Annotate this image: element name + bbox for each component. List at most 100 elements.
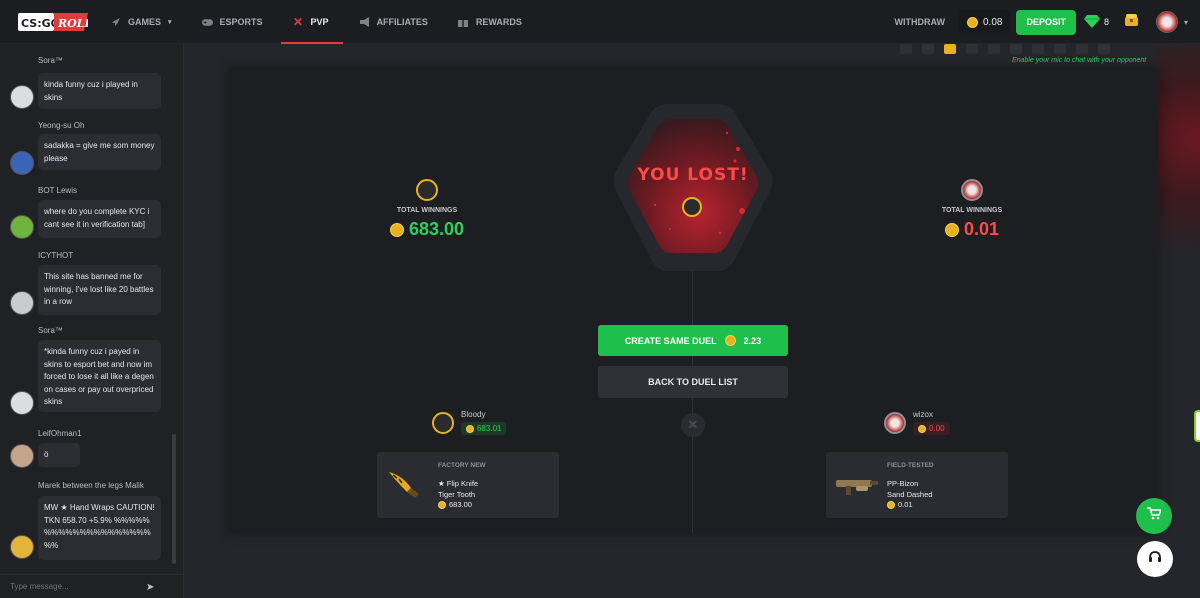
avatar[interactable] bbox=[10, 535, 34, 559]
strip-icon[interactable] bbox=[1098, 44, 1110, 54]
chat-message: Sora™ *kinda funny cuz i payed in skins … bbox=[0, 326, 170, 416]
chat-bubble: ö bbox=[38, 443, 80, 467]
rocket-icon bbox=[110, 17, 121, 28]
header-right: WITHDRAW 0.08 DEPOSIT 8 ▾ bbox=[894, 0, 1200, 44]
chat-username[interactable]: Sora™ bbox=[38, 56, 63, 65]
strip-icon[interactable] bbox=[1032, 44, 1044, 54]
nav-pvp[interactable]: ✕ PVP bbox=[280, 0, 343, 44]
mic-note: Enable your mic to chat with your oppone… bbox=[1012, 57, 1147, 64]
chat-bubble: MW ★ Hand Wraps CAUTION! TKN 658.70 +5.9… bbox=[38, 496, 161, 560]
site-logo[interactable]: CS:GO ROLL bbox=[18, 10, 92, 34]
user-avatar[interactable] bbox=[1155, 11, 1178, 33]
deposit-button[interactable]: DEPOSIT bbox=[1016, 9, 1076, 35]
avatar[interactable] bbox=[10, 151, 34, 175]
flip-knife-image bbox=[385, 466, 431, 500]
chat-message: ICYTHOT This site has banned me for winn… bbox=[0, 251, 170, 321]
left-player-balance-value: 683.01 bbox=[477, 424, 502, 433]
result-title: YOU LOST! bbox=[637, 165, 749, 185]
top-navbar: CS:GO ROLL GAMES ▾ ESPORTS ✕ PVP AFFILIA… bbox=[0, 0, 1200, 44]
left-player-avatar[interactable] bbox=[416, 179, 438, 201]
chat-message: Marek between the legs Malik MW ★ Hand W… bbox=[0, 481, 170, 571]
right-player-balance: 0.00 bbox=[913, 422, 950, 435]
nav-esports-label: ESPORTS bbox=[219, 17, 263, 27]
center-divider bbox=[692, 268, 693, 533]
nav-rewards[interactable]: REWARDS bbox=[458, 0, 522, 44]
winner-avatar[interactable] bbox=[682, 197, 702, 217]
strip-icon[interactable] bbox=[988, 44, 1000, 54]
gamepad-icon bbox=[201, 17, 213, 28]
item-condition: FACTORY NEW bbox=[438, 462, 486, 469]
strip-icon[interactable] bbox=[1010, 44, 1022, 54]
create-same-duel-button[interactable]: CREATE SAME DUEL 2.23 bbox=[598, 325, 788, 356]
chevron-down-icon[interactable]: ▾ bbox=[1184, 18, 1188, 27]
megaphone-icon bbox=[359, 17, 370, 28]
coin-icon bbox=[466, 424, 474, 433]
item-skin: Sand Dashed bbox=[887, 490, 933, 499]
withdraw-link[interactable]: WITHDRAW bbox=[894, 17, 945, 27]
strip-icon[interactable] bbox=[1054, 44, 1066, 54]
main-nav: GAMES ▾ ESPORTS ✕ PVP AFFILIATES REWARDS bbox=[110, 0, 552, 44]
left-item-card[interactable]: FACTORY NEW ★ Flip Knife Tiger Tooth 683… bbox=[377, 452, 559, 518]
nav-esports[interactable]: ESPORTS bbox=[201, 0, 263, 44]
chat-username[interactable]: Yeong-su Oh bbox=[38, 121, 84, 130]
pp-bizon-image bbox=[834, 466, 880, 500]
gift-icon bbox=[458, 17, 469, 28]
background-glow bbox=[1156, 44, 1200, 284]
right-item-card[interactable]: FIELD-TESTED PP-Bizon Sand Dashed 0.01 bbox=[826, 452, 1008, 518]
cart-icon bbox=[1147, 507, 1163, 525]
gems-display[interactable]: 8 bbox=[1083, 14, 1109, 30]
gem-icon bbox=[1083, 14, 1100, 30]
chat-input[interactable]: Type message... bbox=[0, 574, 184, 598]
chat-username[interactable]: Marek between the legs Malik bbox=[38, 481, 144, 490]
chat-username[interactable]: Sora™ bbox=[38, 326, 63, 335]
create-duel-label: CREATE SAME DUEL bbox=[624, 335, 717, 346]
nav-affiliates-label: AFFILIATES bbox=[376, 17, 428, 27]
gems-count: 8 bbox=[1103, 17, 1109, 27]
strip-icon[interactable] bbox=[944, 44, 956, 54]
right-player-name[interactable]: wizox bbox=[913, 410, 933, 419]
nav-rewards-label: REWARDS bbox=[475, 17, 522, 27]
chat-username[interactable]: LeifOhman1 bbox=[38, 429, 82, 438]
coin-icon bbox=[887, 500, 895, 509]
avatar[interactable] bbox=[10, 291, 34, 315]
nav-pvp-label: PVP bbox=[310, 17, 329, 27]
right-player-avatar[interactable] bbox=[961, 179, 983, 201]
nav-games[interactable]: GAMES ▾ bbox=[110, 0, 172, 44]
chat-bubble: This site has banned me for winning, I'v… bbox=[38, 265, 161, 315]
back-to-duel-list-button[interactable]: BACK TO DUEL LIST bbox=[598, 366, 788, 398]
avatar[interactable] bbox=[10, 85, 34, 109]
send-icon[interactable]: ➤ bbox=[146, 582, 154, 593]
chat-bubble: *kinda funny cuz i payed in skins to esp… bbox=[38, 340, 161, 412]
strip-icon[interactable] bbox=[966, 44, 978, 54]
result-hexagon: YOU LOST! bbox=[610, 101, 776, 276]
crossed-swords-icon: ✕ bbox=[293, 15, 304, 29]
close-icon: ✕ bbox=[681, 413, 705, 437]
item-price-value: 0.01 bbox=[898, 500, 913, 509]
side-edge-tab[interactable] bbox=[1194, 410, 1200, 442]
chat-username[interactable]: BOT Lewis bbox=[38, 186, 77, 195]
support-button[interactable] bbox=[1137, 541, 1173, 577]
item-name: PP-Bizon bbox=[887, 479, 919, 488]
chat-input-placeholder: Type message... bbox=[10, 582, 69, 591]
left-winnings-label: TOTAL WINNINGS bbox=[396, 207, 458, 214]
nav-games-label: GAMES bbox=[128, 17, 162, 27]
treasure-icon[interactable] bbox=[1124, 13, 1138, 31]
left-winnings-amount: 683.00 bbox=[347, 219, 507, 240]
right-player-avatar[interactable] bbox=[884, 412, 906, 434]
strip-icon[interactable] bbox=[900, 44, 912, 54]
item-price-value: 683.00 bbox=[449, 500, 472, 509]
avatar[interactable] bbox=[10, 444, 34, 468]
nav-affiliates[interactable]: AFFILIATES bbox=[359, 0, 428, 44]
chat-bubble: sadakka = give me som money please bbox=[38, 134, 161, 170]
left-player-avatar[interactable] bbox=[432, 412, 454, 434]
item-skin: Tiger Tooth bbox=[438, 490, 476, 499]
chat-scrollbar[interactable] bbox=[172, 434, 176, 564]
strip-icon[interactable] bbox=[1076, 44, 1088, 54]
avatar[interactable] bbox=[10, 215, 34, 239]
cart-button[interactable] bbox=[1136, 498, 1172, 534]
chat-username[interactable]: ICYTHOT bbox=[38, 251, 73, 260]
left-player-name[interactable]: Bloody bbox=[461, 410, 485, 419]
strip-icon[interactable] bbox=[922, 44, 934, 54]
item-price: 0.01 bbox=[887, 500, 913, 509]
avatar[interactable] bbox=[10, 391, 34, 415]
